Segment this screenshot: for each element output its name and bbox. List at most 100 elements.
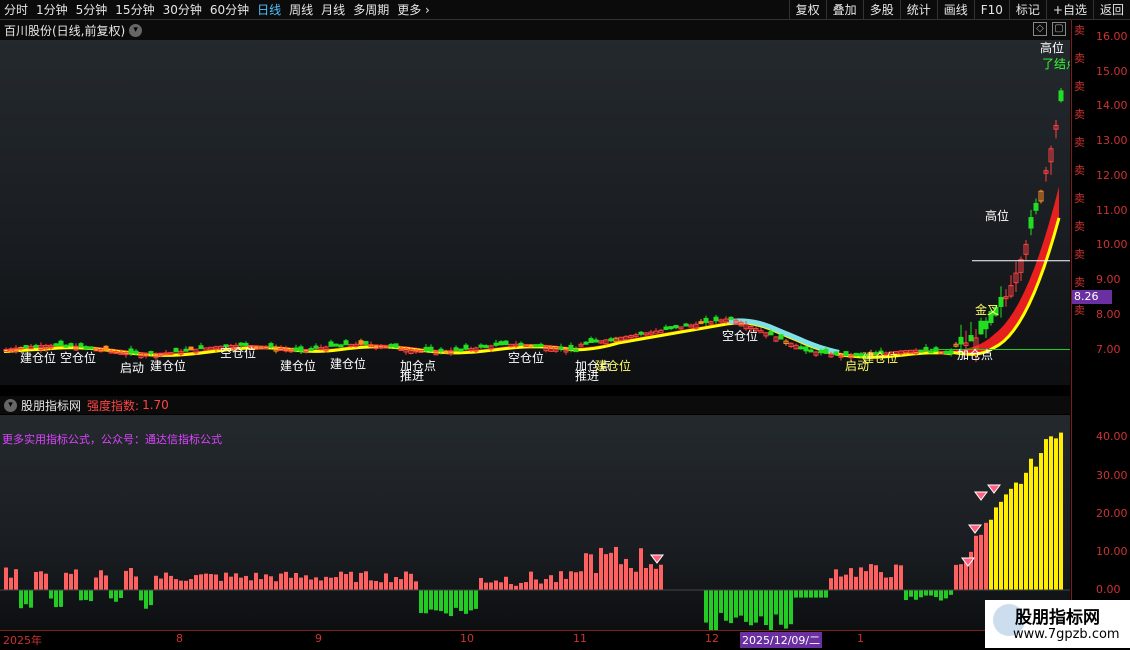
indicator-tick: 10.00 (1096, 545, 1128, 558)
candle-body (458, 348, 464, 352)
signal-label: 建仓位 (595, 358, 631, 373)
back-button[interactable]: 返回 (1092, 0, 1130, 20)
indicator-bar (469, 590, 473, 611)
indicator-bar (34, 571, 38, 590)
watermark-url: www.7gpzb.com (1013, 627, 1120, 642)
candle-body (133, 350, 139, 354)
indicator-bar (124, 570, 128, 590)
candle-body (63, 344, 69, 348)
candle-body (503, 340, 509, 346)
right-edge-char: 卖 (1074, 24, 1085, 37)
diamond-icon (974, 491, 988, 501)
indicator-bar (914, 590, 918, 600)
candle-body (653, 330, 659, 334)
candle-body (493, 342, 499, 346)
candle-body (308, 347, 314, 351)
candle-body (958, 336, 964, 345)
indicator-bar (954, 564, 958, 590)
indicator-bar (174, 579, 178, 590)
candle-body (533, 344, 539, 348)
candle-body (33, 344, 39, 348)
indicator-bar (239, 577, 243, 590)
indicator-bar (294, 573, 298, 590)
indicator-bar (59, 590, 63, 607)
candle-body (238, 342, 244, 346)
indicator-bar (619, 564, 623, 590)
candle-body (363, 340, 369, 345)
indicator-bar (994, 507, 998, 590)
indicator-bar (939, 590, 943, 601)
indicator-bar (309, 579, 313, 590)
indicator-bar (729, 590, 733, 624)
signal-label: 了结点 (1042, 57, 1070, 71)
candle-body (673, 324, 679, 329)
indicator-bar (964, 562, 968, 590)
indicator-bar (934, 590, 938, 598)
indicator-bar (479, 577, 483, 590)
right-edge-char: 卖 (1074, 164, 1085, 177)
indicator-bar (249, 580, 253, 590)
indicator-bar (224, 572, 228, 590)
indicator-bar (424, 590, 428, 614)
candle-body (518, 342, 524, 346)
signal-label: 建仓位 (280, 358, 316, 373)
indicator-bar (99, 570, 103, 590)
indicator-bar (44, 573, 48, 590)
indicator-bar (774, 590, 778, 615)
indicator-bar (219, 580, 223, 590)
candle-body (128, 348, 134, 354)
ma-band (4, 186, 1059, 358)
indicator-bar (704, 590, 708, 623)
indicator-bar (134, 576, 138, 590)
indicator-bar (1009, 488, 1013, 590)
indicator-bar (409, 573, 413, 590)
indicator-bar (39, 571, 43, 590)
indicator-bar (29, 590, 33, 608)
indicator-bar (769, 590, 773, 630)
indicator-bar (869, 564, 873, 590)
indicator-bar (119, 590, 123, 598)
candle-body (338, 344, 344, 348)
right-edge-char: 卖 (1074, 276, 1085, 289)
indicator-bar (654, 568, 658, 590)
indicator-bar (544, 578, 548, 590)
indicator-bar (74, 569, 78, 590)
candle-body (498, 341, 504, 346)
indicator-bar (724, 590, 728, 621)
indicator-bar (899, 565, 903, 590)
price-tick: 11.00 (1096, 204, 1128, 217)
indicator-bar (924, 590, 928, 596)
candle-body (568, 344, 574, 351)
indicator-bar (749, 590, 753, 626)
indicator-bar (399, 579, 403, 590)
candle-body (188, 346, 194, 351)
indicator-bar (579, 571, 583, 590)
indicator-bar (1014, 482, 1018, 590)
indicator-bar (64, 572, 68, 590)
indicator-bar (499, 582, 503, 590)
indicator-bar (354, 582, 358, 590)
indicator-bar (959, 564, 963, 590)
candle-body (478, 344, 484, 348)
indicator-bar (569, 571, 573, 590)
signal-label: 空仓位 (60, 350, 96, 365)
candle-body (853, 352, 859, 357)
indicator-bar (454, 590, 458, 608)
indicator-bar (464, 590, 468, 614)
indicator-bar (794, 590, 798, 598)
indicator-bar (439, 590, 443, 612)
right-edge-char: 卖 (1074, 220, 1085, 233)
candle-body (423, 346, 429, 352)
indicator-bar (389, 582, 393, 590)
date-label: 1 (857, 632, 864, 645)
candle-body (173, 347, 179, 353)
indicator-bar (764, 590, 768, 626)
signal-label: 空仓位 (722, 328, 758, 343)
indicator-bar (629, 568, 633, 590)
indicator-bar (519, 582, 523, 590)
indicator-bar (1024, 472, 1028, 590)
indicator-bar (779, 590, 783, 625)
indicator-bar (184, 580, 188, 590)
indicator-bar (364, 571, 368, 590)
date-axis: 2025年 8 9 10 11 12 2025/12/09/二 1 (0, 630, 1070, 650)
